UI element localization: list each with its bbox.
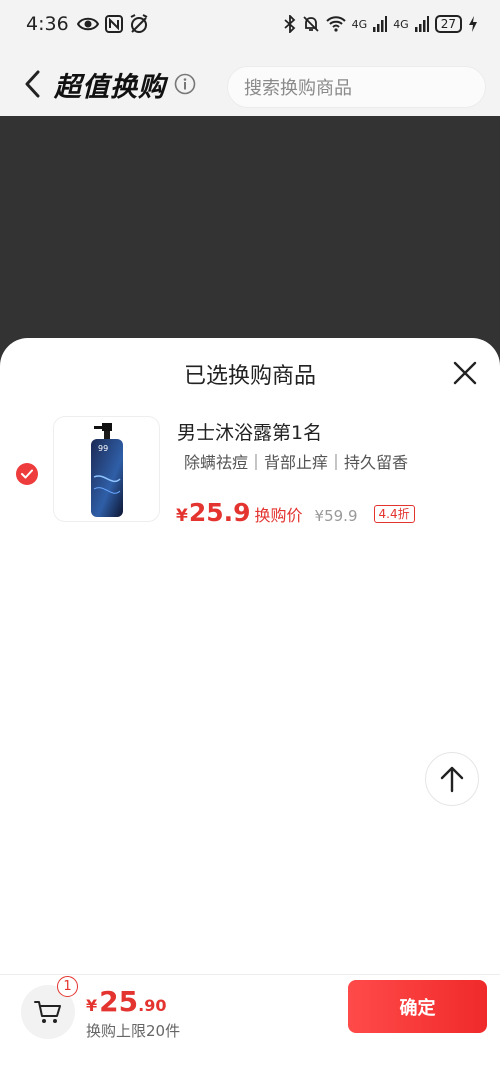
selected-items-sheet: 已选换购商品 99 男士沐浴露第1名 除螨祛痘｜背部止痒｜持久留香 ¥ 25.9…	[0, 338, 500, 1083]
close-button[interactable]	[452, 360, 478, 386]
status-time: 4:36	[26, 13, 69, 35]
status-right-icons: 4G 4G 27	[284, 15, 478, 33]
product-tags: 除螨祛痘｜背部止痒｜持久留香	[184, 453, 409, 472]
exchange-limit-text: 换购上限20件	[86, 1022, 181, 1040]
cart-icon	[34, 1001, 61, 1023]
total-integer: 25	[99, 985, 139, 1018]
discount-badge: 4.4折	[373, 505, 415, 523]
signal-label-1: 4G	[351, 17, 368, 31]
body-wash-bottle-image: 99	[91, 423, 123, 517]
arrow-up-icon	[440, 766, 464, 793]
page-header: 超值换购 搜索换购商品	[0, 52, 500, 116]
list-item[interactable]: 99 男士沐浴露第1名 除螨祛痘｜背部止痒｜持久留香 ¥ 25.9 换购价 ¥5…	[0, 416, 500, 527]
wifi-icon	[325, 16, 346, 32]
product-name: 男士沐浴露第1名	[177, 422, 323, 444]
total-decimal: .90	[138, 996, 167, 1015]
eye-icon	[76, 17, 99, 31]
page-title: 超值换购	[54, 71, 166, 103]
total-currency: ¥	[86, 996, 98, 1015]
charging-icon	[469, 16, 477, 32]
chevron-left-icon	[25, 70, 40, 98]
info-icon[interactable]	[174, 73, 196, 95]
product-image[interactable]: 99	[53, 416, 160, 522]
close-icon	[453, 361, 477, 385]
nfc-icon	[104, 15, 123, 33]
back-button[interactable]	[18, 64, 46, 104]
mute-bell-icon	[303, 16, 319, 32]
signal-bars-icon	[373, 16, 388, 32]
alarm-off-icon	[130, 14, 148, 33]
sheet-title: 已选换购商品	[183, 364, 316, 389]
total-price: ¥ 25 .90	[86, 985, 166, 1018]
price-currency: ¥	[176, 506, 188, 526]
cart-count-badge: 1	[57, 976, 78, 997]
search-placeholder: 搜索换购商品	[244, 78, 352, 99]
bluetooth-icon	[284, 15, 295, 33]
checkmark-icon	[21, 469, 33, 479]
svg-text:99: 99	[98, 444, 108, 453]
signal-bars-icon	[414, 16, 429, 32]
selected-checkbox[interactable]	[16, 463, 38, 485]
back-to-top-button[interactable]	[425, 752, 479, 806]
status-bar: 4:36 4G 4G 27	[0, 0, 500, 48]
battery-indicator: 27	[434, 15, 462, 33]
bottom-bar: 1 ¥ 25 .90 换购上限20件 确定	[0, 974, 500, 1083]
exchange-price: 25.9	[188, 498, 251, 527]
signal-label-2: 4G	[393, 17, 409, 31]
price-row: ¥ 25.9 换购价 ¥59.9 4.4折	[176, 498, 415, 527]
original-price: ¥59.9	[314, 507, 358, 525]
search-input[interactable]: 搜索换购商品	[227, 66, 486, 108]
confirm-button[interactable]: 确定	[348, 980, 487, 1033]
dim-overlay[interactable]	[0, 116, 500, 376]
exchange-price-label: 换购价	[254, 506, 303, 525]
status-left-icons	[76, 14, 149, 34]
